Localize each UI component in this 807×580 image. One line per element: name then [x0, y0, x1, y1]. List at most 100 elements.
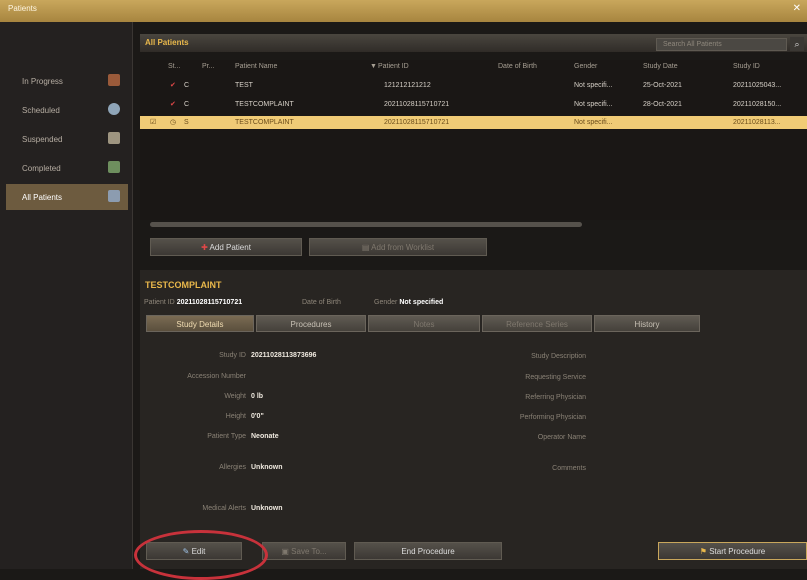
- study-id: 20211028150...: [733, 101, 782, 108]
- sidebar-item-in-progress[interactable]: In Progress: [6, 68, 128, 94]
- tab-history[interactable]: History: [594, 315, 700, 332]
- tab-reference-series[interactable]: Reference Series: [482, 315, 592, 332]
- gender-value: Not specified: [399, 299, 444, 306]
- gender: Not specifi...: [574, 119, 613, 126]
- tab-study-details[interactable]: Study Details: [146, 315, 254, 332]
- study-id-value: 20211028113873696: [251, 352, 317, 359]
- add-patient-button[interactable]: ✚ Add Patient: [150, 238, 302, 256]
- start-procedure-button[interactable]: ⚑ Start Procedure: [658, 542, 807, 560]
- search-input[interactable]: Search All Patients: [656, 38, 787, 51]
- sidebar-item-label: Completed: [22, 164, 61, 173]
- column-header[interactable]: St...: [168, 60, 180, 73]
- add-patient-label: Add Patient: [209, 243, 251, 252]
- patient-name: TESTCOMPLAINT: [235, 119, 294, 126]
- list-title: All Patients: [145, 38, 189, 47]
- column-header[interactable]: Pr...: [202, 60, 214, 73]
- sort-arrow-icon: ▼: [370, 63, 377, 70]
- patient-type-label: Patient Type: [207, 433, 246, 440]
- patients-list-icon: [108, 190, 120, 202]
- status-icon: ✔: [170, 101, 176, 108]
- sidebar-item-label: In Progress: [22, 77, 63, 86]
- medical-alerts-value: Unknown: [251, 505, 283, 512]
- sidebar-item-suspended[interactable]: Suspended: [6, 126, 128, 152]
- window-title-bar: Patients ✕: [0, 0, 807, 22]
- study-date: 28-Oct-2021: [643, 101, 682, 108]
- sidebar-item-label: Suspended: [22, 135, 63, 144]
- checkmark-icon: [108, 161, 120, 173]
- patient-id: 20211028115710721: [384, 101, 450, 108]
- start-procedure-label: Start Procedure: [709, 547, 766, 556]
- search-icon[interactable]: ⌕: [790, 37, 804, 51]
- start-procedure-icon: ⚑: [699, 547, 710, 556]
- close-icon[interactable]: ✕: [793, 3, 801, 14]
- clock-icon: ◷: [170, 119, 177, 126]
- dob-meta: Date of Birth: [302, 299, 341, 306]
- weight-value: 0 lb: [251, 393, 264, 400]
- sidebar-item-scheduled[interactable]: Scheduled: [6, 97, 128, 123]
- gender-meta: Gender Not specified: [374, 299, 443, 306]
- performing-physician-label: Performing Physician: [519, 414, 586, 421]
- table-row[interactable]: ✔ C TESTCOMPLAINT 20211028115710721 Not …: [140, 98, 807, 111]
- patient-id-label: Patient ID: [144, 299, 175, 306]
- add-patient-icon: ✚: [201, 243, 210, 252]
- height-value: 0'0": [251, 413, 264, 420]
- weight-label: Weight: [224, 393, 246, 400]
- patient-name: TESTCOMPLAINT: [235, 101, 294, 108]
- table-row-selected[interactable]: ☑ ◷ S TESTCOMPLAINT 20211028115710721 No…: [140, 116, 807, 129]
- column-header[interactable]: Date of Birth: [498, 60, 537, 73]
- study-id: 20211028113...: [733, 119, 781, 126]
- status-icon: ✔: [170, 82, 176, 89]
- referring-physician-label: Referring Physician: [525, 394, 586, 401]
- patient-id-meta: Patient ID 20211028115710721: [144, 299, 242, 306]
- comments-label: Comments: [552, 465, 586, 472]
- study-description-label: Study Description: [531, 353, 586, 360]
- requesting-service-label: Requesting Service: [525, 374, 586, 381]
- save-to-label: Save To...: [291, 547, 327, 556]
- sidebar-item-all-patients[interactable]: All Patients: [6, 184, 128, 210]
- in-progress-icon: [108, 74, 120, 86]
- sidebar-item-completed[interactable]: Completed: [6, 155, 128, 181]
- column-header[interactable]: Study Date: [643, 60, 678, 73]
- horizontal-scrollbar[interactable]: [150, 222, 582, 227]
- clock-icon: [108, 103, 120, 115]
- patient-id-value: 20211028115710721: [176, 299, 243, 306]
- column-header[interactable]: Study ID: [733, 60, 760, 73]
- sidebar-item-label: Scheduled: [22, 106, 60, 115]
- medical-alerts-label: Medical Alerts: [202, 505, 246, 512]
- gender: Not specifi...: [574, 101, 613, 108]
- highlight-circle-annotation: [134, 530, 268, 580]
- add-from-worklist-button[interactable]: ▤ Add from Worklist: [309, 238, 487, 256]
- height-label: Height: [225, 413, 246, 420]
- column-header[interactable]: Patient ID: [378, 60, 409, 73]
- table-row[interactable]: ✔ C TEST 121212121212 Not specifi... 25-…: [140, 79, 807, 92]
- suspended-icon: [108, 132, 120, 144]
- patient-type-value: Neonate: [251, 433, 279, 440]
- row-status: S: [184, 119, 189, 126]
- row-status: C: [184, 101, 190, 108]
- patient-name: TEST: [235, 82, 253, 89]
- patient-table: St... Pr... Patient Name ▼ Patient ID Da…: [140, 60, 807, 220]
- sidebar: In Progress Scheduled Suspended Complete…: [0, 22, 133, 569]
- save-icon: ▣: [281, 547, 292, 556]
- allergies-value: Unknown: [251, 464, 283, 471]
- operator-name-label: Operator Name: [537, 434, 586, 441]
- row-status: C: [184, 82, 190, 89]
- save-to-button[interactable]: ▣ Save To...: [262, 542, 346, 560]
- worklist-icon: ▤: [361, 243, 372, 252]
- end-procedure-button[interactable]: End Procedure: [354, 542, 502, 560]
- study-id-label: Study ID: [219, 352, 246, 359]
- accession-number-label: Accession Number: [187, 373, 246, 380]
- column-header[interactable]: Patient Name: [235, 60, 277, 73]
- patient-id: 121212121212: [384, 82, 431, 89]
- column-header[interactable]: Gender: [574, 60, 597, 73]
- tab-notes[interactable]: Notes: [368, 315, 480, 332]
- patient-id: 20211028115710721: [384, 119, 450, 126]
- add-from-worklist-label: Add from Worklist: [371, 243, 435, 252]
- study-date: 25-Oct-2021: [643, 82, 682, 89]
- allergies-label: Allergies: [219, 464, 246, 471]
- gender-label: Gender: [374, 299, 398, 306]
- study-id: 20211025043...: [733, 82, 782, 89]
- tab-procedures[interactable]: Procedures: [256, 315, 366, 332]
- checkbox-icon[interactable]: ☑: [150, 116, 156, 129]
- sidebar-item-label: All Patients: [22, 193, 63, 202]
